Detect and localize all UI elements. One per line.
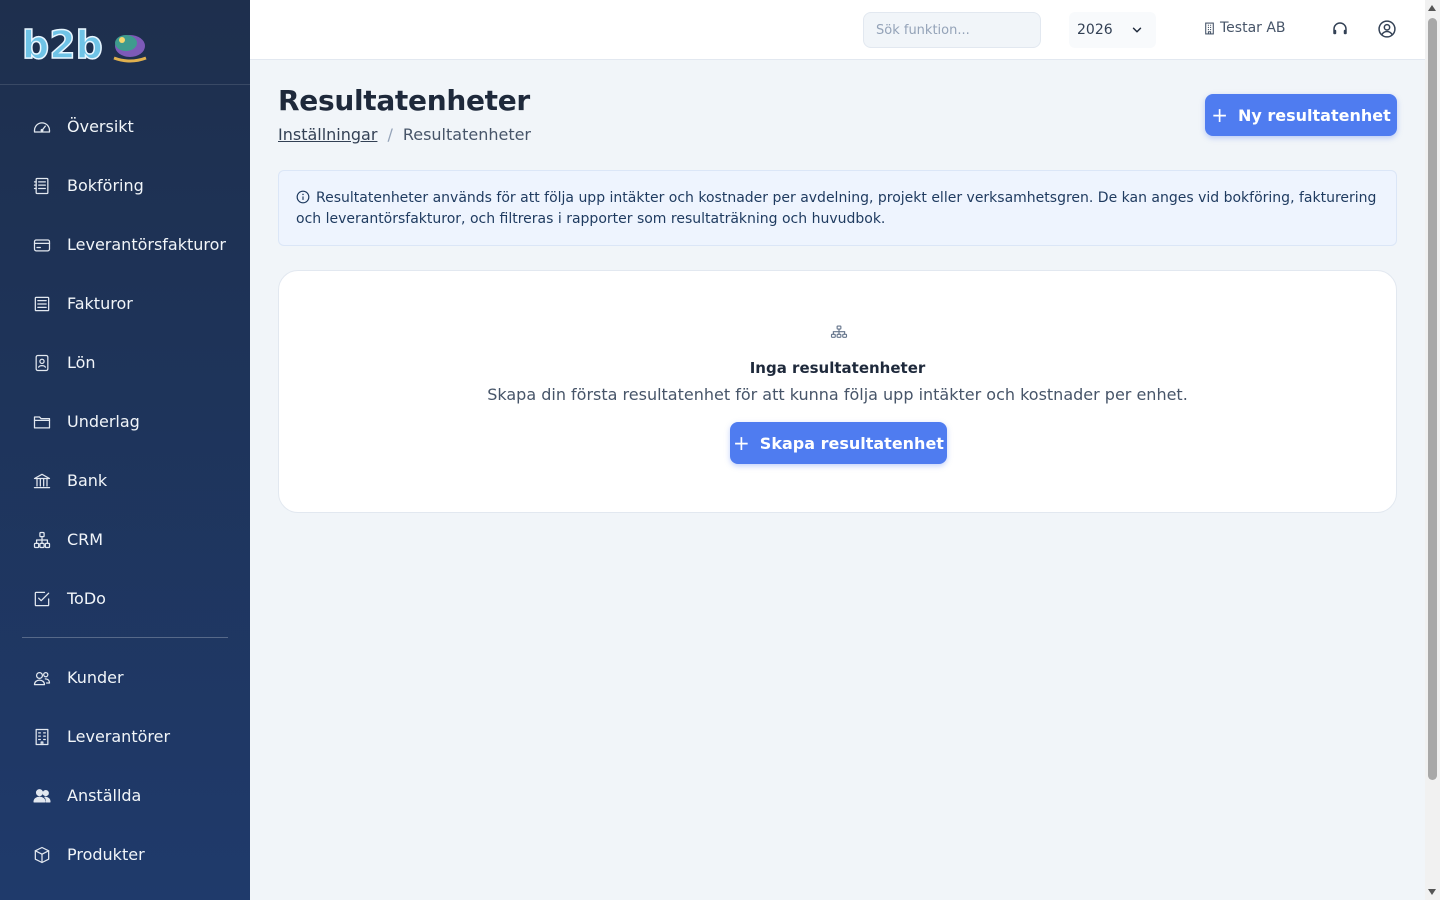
breadcrumb-current: Resultatenheter <box>402 125 532 144</box>
new-result-unit-button[interactable]: + Ny resultatenhet <box>1205 94 1397 136</box>
empty-state-description: Skapa din första resultatenhet för att k… <box>487 385 1188 404</box>
bank-icon <box>32 471 52 491</box>
page-title: Resultatenheter <box>278 84 530 117</box>
scroll-up-arrow[interactable] <box>1428 5 1436 11</box>
support-headset-icon[interactable] <box>1329 18 1351 40</box>
sidebar-item-bank[interactable]: Bank <box>0 451 250 510</box>
plus-icon: + <box>733 431 750 455</box>
checkbox-icon <box>32 589 52 609</box>
b2b-logo[interactable]: b2b <box>22 24 148 64</box>
sidebar-item-fakturor[interactable]: Fakturor <box>0 274 250 333</box>
sidebar-item-label: ToDo <box>67 589 106 608</box>
sidebar-item-label: Leverantörsfakturor <box>67 235 226 254</box>
info-text: Resultatenheter används för att följa up… <box>296 190 1377 227</box>
sidebar-item-leverantorer[interactable]: Leverantörer <box>0 707 250 766</box>
folder-icon <box>32 412 52 432</box>
building-icon <box>32 727 52 747</box>
sidebar-item-anstallda[interactable]: Anställda <box>0 766 250 825</box>
sidebar-item-label: Produkter <box>67 845 145 864</box>
sidebar-item-label: CRM <box>67 530 104 549</box>
user-account-icon[interactable] <box>1376 18 1398 40</box>
ledger-icon <box>32 176 52 196</box>
credit-card-icon <box>32 235 52 255</box>
sidebar-item-label: Bank <box>67 471 108 490</box>
create-result-unit-button[interactable]: + Skapa resultatenhet <box>730 422 947 464</box>
sidebar-nav: Översikt Bokföring Leverantörsfakturor F… <box>0 97 250 884</box>
gauge-icon <box>32 117 52 137</box>
empty-state-card: Inga resultatenheter Skapa din första re… <box>278 270 1397 513</box>
info-box: Resultatenheter används för att följa up… <box>278 170 1397 246</box>
chevron-down-icon <box>1132 27 1142 33</box>
new-result-unit-label: Ny resultatenhet <box>1238 105 1391 125</box>
sidebar-item-label: Kunder <box>67 668 124 687</box>
year-value: 2026 <box>1077 22 1113 38</box>
sidebar-item-label: Underlag <box>67 412 140 431</box>
sidebar-item-bokforing[interactable]: Bokföring <box>0 156 250 215</box>
empty-state-title: Inga resultatenheter <box>749 359 926 377</box>
sidebar-item-produkter[interactable]: Produkter <box>0 825 250 884</box>
sidebar-item-crm[interactable]: CRM <box>0 510 250 569</box>
sidebar-item-underlag[interactable]: Underlag <box>0 392 250 451</box>
company-name: Testar AB <box>1220 20 1286 36</box>
company-switcher[interactable]: Testar AB <box>1203 20 1286 36</box>
plus-icon: + <box>1211 103 1228 127</box>
search-input[interactable] <box>863 12 1041 48</box>
sidebar-item-label: Bokföring <box>67 176 144 195</box>
logo-area: b2b <box>0 0 250 85</box>
breadcrumb-separator: / <box>387 125 393 144</box>
sidebar-item-label: Anställda <box>67 786 142 805</box>
sidebar-item-lon[interactable]: Lön <box>0 333 250 392</box>
svg-text:b2b: b2b <box>22 24 103 64</box>
box-icon <box>32 845 52 865</box>
sidebar-item-label: Fakturor <box>67 294 133 313</box>
year-select[interactable]: 2026 <box>1069 12 1156 48</box>
breadcrumb-link-installningar[interactable]: Inställningar <box>278 125 377 144</box>
sidebar-item-kunder[interactable]: Kunder <box>0 648 250 707</box>
sidebar-item-label: Lön <box>67 353 96 372</box>
invoice-icon <box>32 294 52 314</box>
sidebar: b2b Översikt Bokföring Leverantörsfaktur… <box>0 0 250 900</box>
create-result-unit-label: Skapa resultatenhet <box>759 433 944 453</box>
building-icon <box>1205 22 1214 34</box>
sidebar-divider <box>22 637 228 638</box>
sidebar-item-leverantorsfakturor[interactable]: Leverantörsfakturor <box>0 215 250 274</box>
sidebar-item-todo[interactable]: ToDo <box>0 569 250 628</box>
sidebar-item-oversikt[interactable]: Översikt <box>0 97 250 156</box>
breadcrumb: Inställningar / Resultatenheter <box>278 125 531 144</box>
network-icon <box>830 325 848 338</box>
scrollbar[interactable] <box>1425 0 1440 900</box>
network-icon <box>32 530 52 550</box>
badge-icon <box>32 353 52 373</box>
topbar: 2026 Testar AB <box>250 0 1425 60</box>
scroll-thumb[interactable] <box>1428 18 1437 780</box>
sidebar-item-label: Översikt <box>67 117 134 136</box>
info-icon <box>296 190 310 204</box>
scroll-down-arrow[interactable] <box>1428 889 1436 895</box>
users-icon <box>32 668 52 688</box>
people-icon <box>32 786 52 806</box>
sidebar-item-label: Leverantörer <box>67 727 171 746</box>
